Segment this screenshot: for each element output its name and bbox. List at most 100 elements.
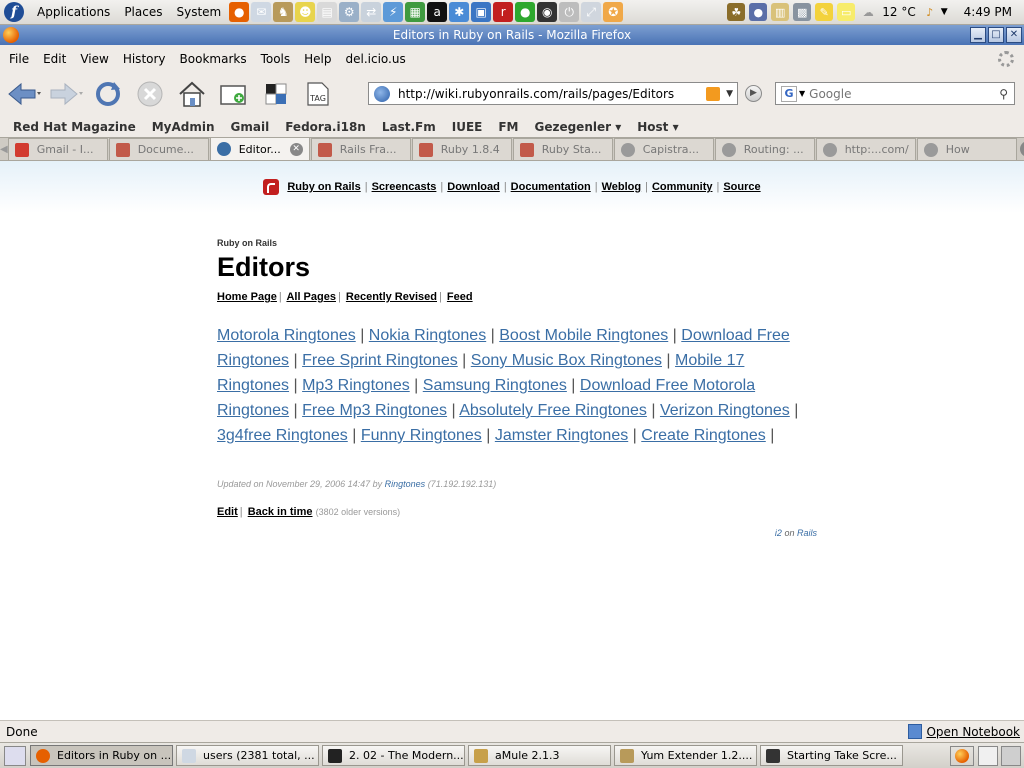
task-button-starting-take-scre[interactable]: Starting Take Scre... <box>760 745 903 766</box>
ringtone-link[interactable]: Verizon Ringtones <box>660 402 790 419</box>
tab-routing[interactable]: Routing: ... <box>714 138 815 160</box>
rails-link[interactable]: Rails <box>797 528 817 538</box>
stop-button[interactable] <box>132 76 168 112</box>
firefox-tray-button[interactable] <box>950 745 974 766</box>
gecko-icon[interactable]: ☘ <box>727 3 746 21</box>
menu-bookmarks[interactable]: Bookmarks <box>173 52 254 66</box>
gnu-icon[interactable]: ♞ <box>273 2 294 22</box>
bookmark-folder-host[interactable]: Host ▾ <box>629 120 686 134</box>
search-icon[interactable]: ⚲ <box>999 87 1008 101</box>
maximize-button[interactable]: □ <box>988 27 1004 43</box>
network-icon[interactable]: ⇄ <box>361 2 382 22</box>
reload-button[interactable] <box>90 76 126 112</box>
places-menu[interactable]: Places <box>117 5 169 19</box>
task-button-users-2381-total[interactable]: users (2381 total, ... <box>176 745 319 766</box>
tray-dropdown-icon[interactable]: ▼ <box>941 7 948 17</box>
url-text[interactable]: http://wiki.rubyonrails.com/rails/pages/… <box>398 87 706 101</box>
tab-scroll-right-icon[interactable]: ▶ <box>1019 141 1024 157</box>
search-bar[interactable]: G ▼ ⚲ <box>775 82 1015 105</box>
task-button-2-02-the-modern[interactable]: 2. 02 - The Modern... <box>322 745 465 766</box>
ringtone-link[interactable]: Jamster Ringtones <box>495 427 628 444</box>
task-button-yum-extender-1-2[interactable]: Yum Extender 1.2.... <box>614 745 757 766</box>
network-tray-icon[interactable]: ▩ <box>793 3 812 21</box>
edit-link[interactable]: Edit <box>217 506 238 518</box>
power-icon[interactable]: ⏻ <box>559 2 580 22</box>
site-nav-documentation[interactable]: Documentation <box>511 181 591 193</box>
document-icon[interactable]: ▤ <box>317 2 338 22</box>
ringtone-link[interactable]: Create Ringtones <box>641 427 766 444</box>
weather-temperature[interactable]: 12 °C <box>879 5 918 19</box>
system-menu[interactable]: System <box>169 5 228 19</box>
menu-delicious[interactable]: del.icio.us <box>339 52 413 66</box>
back-button[interactable] <box>6 76 42 112</box>
volume-icon[interactable]: ♪ <box>921 3 939 21</box>
rss-feed-icon[interactable] <box>706 86 721 101</box>
ringtone-link[interactable]: Nokia Ringtones <box>369 327 486 344</box>
site-nav-community[interactable]: Community <box>652 181 713 193</box>
bookmark-lastfm[interactable]: Last.Fm <box>374 120 444 134</box>
minimize-button[interactable]: ▁ <box>970 27 986 43</box>
tag-button[interactable]: TAG <box>300 76 336 112</box>
globe-icon[interactable]: ● <box>515 2 536 22</box>
ringtone-link[interactable]: Funny Ringtones <box>361 427 482 444</box>
tab-ruby-sta[interactable]: Ruby Sta... <box>512 138 613 160</box>
lightning-icon[interactable]: ⚡ <box>383 2 404 22</box>
site-nav-ruby-on-rails[interactable]: Ruby on Rails <box>287 181 360 193</box>
tab-ruby-1-8-4[interactable]: Ruby 1.8.4 <box>411 138 512 160</box>
ringtone-link[interactable]: Free Mp3 Ringtones <box>302 402 447 419</box>
i2-link[interactable]: i2 <box>775 528 782 538</box>
url-dropdown-icon[interactable]: ▼ <box>726 89 733 99</box>
back-in-time-link[interactable]: Back in time <box>248 506 313 518</box>
monitor-icon[interactable]: ▦ <box>405 2 426 22</box>
workspace-1-button[interactable] <box>978 745 998 766</box>
site-nav-screencasts[interactable]: Screencasts <box>372 181 437 193</box>
clipboard-icon[interactable]: ▥ <box>771 3 790 21</box>
applications-menu[interactable]: Applications <box>30 5 117 19</box>
sticky-icon[interactable]: ▭ <box>837 3 856 21</box>
bookmark-folder-gezegenler[interactable]: Gezegenler ▾ <box>526 120 629 134</box>
tab-rails-fra[interactable]: Rails Fra... <box>310 138 411 160</box>
task-button-amule-2-1-3[interactable]: aMule 2.1.3 <box>468 745 611 766</box>
fedora-logo-icon[interactable]: f <box>4 2 24 22</box>
wiki-nav-all-pages[interactable]: All Pages <box>286 291 336 303</box>
screen-icon[interactable]: ▣ <box>471 2 492 22</box>
ringtone-link[interactable]: Samsung Ringtones <box>423 377 567 394</box>
page-style-button[interactable] <box>258 76 294 112</box>
menu-file[interactable]: File <box>0 52 36 66</box>
bookmark-gmail[interactable]: Gmail <box>223 120 278 134</box>
go-button[interactable]: ▶ <box>745 85 762 102</box>
ringtone-link[interactable]: Free Sprint Ringtones <box>302 352 458 369</box>
tab-how[interactable]: How <box>916 138 1017 160</box>
tab-capistra[interactable]: Capistra... <box>613 138 714 160</box>
open-notebook-button[interactable]: Open Notebook <box>908 724 1020 739</box>
ringtone-link[interactable]: Mp3 Ringtones <box>302 377 410 394</box>
mail-icon[interactable]: ✉ <box>251 2 272 22</box>
bookmark-fm[interactable]: FM <box>490 120 526 134</box>
ringtone-link[interactable]: Motorola Ringtones <box>217 327 356 344</box>
ringtone-link[interactable]: Boost Mobile Ringtones <box>499 327 668 344</box>
bookmark-fedora-i18n[interactable]: Fedora.i18n <box>277 120 374 134</box>
url-bar[interactable]: http://wiki.rubyonrails.com/rails/pages/… <box>368 82 738 105</box>
people-icon[interactable]: ☻ <box>295 2 316 22</box>
panel-clock[interactable]: 4:49 PM <box>948 5 1024 19</box>
workspace-2-button[interactable] <box>1001 745 1021 766</box>
window-titlebar[interactable]: Editors in Ruby on Rails - Mozilla Firef… <box>0 25 1024 45</box>
tab-gmail-i[interactable]: Gmail - I... <box>7 138 108 160</box>
bookmark-myadmin[interactable]: MyAdmin <box>144 120 223 134</box>
task-button-editors-in-ruby-on[interactable]: Editors in Ruby on ... <box>30 745 173 766</box>
bookmark-iuee[interactable]: IUEE <box>444 120 491 134</box>
menu-view[interactable]: View <box>73 52 115 66</box>
google-engine-icon[interactable]: G <box>781 85 797 102</box>
ringtone-link[interactable]: Sony Music Box Ringtones <box>471 352 662 369</box>
tools-icon[interactable]: ⚙ <box>339 2 360 22</box>
messenger-icon[interactable]: ✱ <box>449 2 470 22</box>
wiki-nav-home-page[interactable]: Home Page <box>217 291 277 303</box>
new-tab-button[interactable] <box>216 76 252 112</box>
tab-http-com[interactable]: http:...com/ <box>815 138 916 160</box>
weather-icon[interactable]: ☁ <box>859 3 877 21</box>
home-button[interactable] <box>174 76 210 112</box>
site-nav-weblog[interactable]: Weblog <box>602 181 642 193</box>
menu-edit[interactable]: Edit <box>36 52 73 66</box>
site-nav-source[interactable]: Source <box>723 181 760 193</box>
camera-icon[interactable]: ◉ <box>537 2 558 22</box>
